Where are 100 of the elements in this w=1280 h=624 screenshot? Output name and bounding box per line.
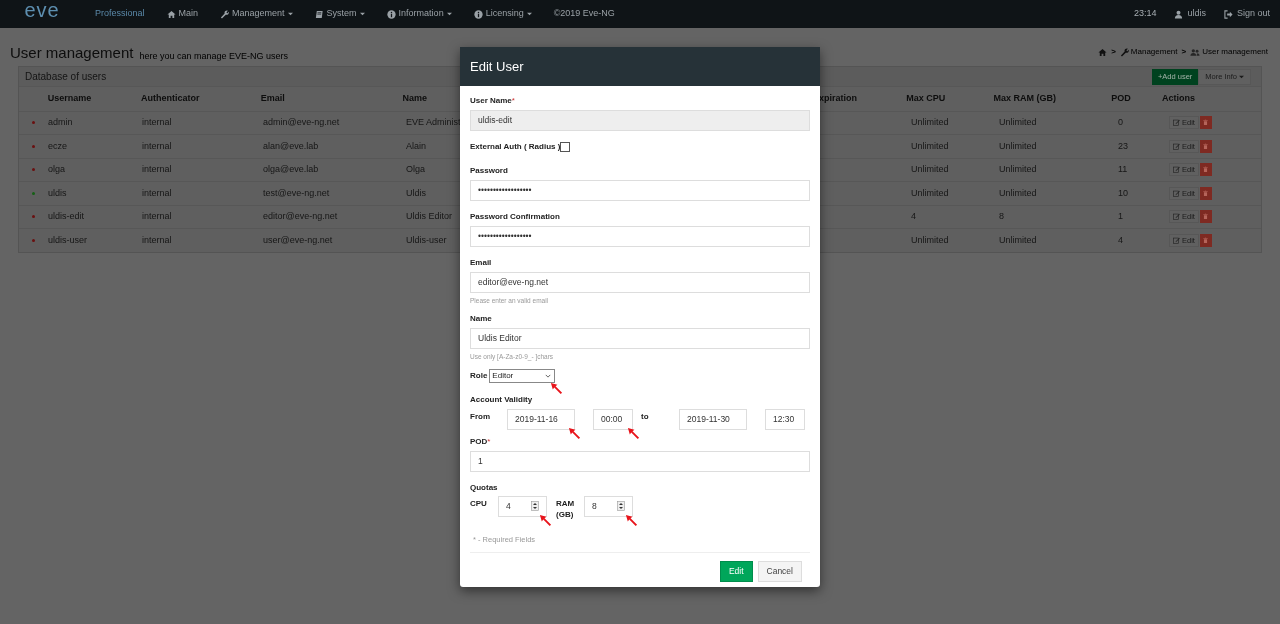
- users-icon: [1190, 47, 1201, 57]
- input-field[interactable]: 1: [470, 450, 810, 472]
- table-cell-text: EVE Administ: [406, 116, 461, 129]
- field-label: External Auth ( Radius ): [470, 141, 561, 153]
- edit-icon: [1173, 236, 1180, 244]
- required-mark: *: [487, 436, 491, 446]
- table-cell-text: 8: [999, 210, 1005, 223]
- number-field[interactable]: 8: [584, 495, 633, 517]
- table-cell-text: 11: [1118, 163, 1129, 176]
- delete-button[interactable]: [1199, 139, 1212, 153]
- page-title: User management: [10, 42, 134, 63]
- table-cell-text: editor@eve-ng.net: [263, 210, 339, 223]
- table-cell-text: 10: [1118, 186, 1129, 200]
- table-cell-text: uldis-edit: [48, 210, 86, 223]
- table-cell-text: 0: [1118, 116, 1124, 129]
- table-cell-text: 1: [1118, 210, 1124, 223]
- field-label: Password Confirmation: [470, 211, 561, 223]
- field-value: 8: [592, 499, 597, 513]
- trash-icon: [1203, 236, 1209, 244]
- column-header: Max RAM (GB): [993, 92, 1057, 105]
- table-cell-text: Uldis Editor: [406, 210, 453, 223]
- clock-text: 23:14: [1133, 7, 1157, 21]
- input-field[interactable]: Uldis Editor: [470, 327, 810, 349]
- user-icon: [1174, 9, 1184, 19]
- trash-icon: [1203, 166, 1209, 174]
- edit-icon: [1173, 119, 1180, 127]
- info-icon: [473, 9, 483, 19]
- column-header: Authenticator: [140, 92, 201, 105]
- wrench-icon: [1119, 47, 1129, 57]
- table-cell-text: Uldis-user: [406, 233, 448, 247]
- nav-link[interactable]: Licensing: [467, 7, 538, 21]
- table-cell-text: Olga: [406, 163, 426, 176]
- field-label: Name: [470, 312, 493, 325]
- role-dropdown[interactable]: Editor: [489, 368, 556, 383]
- nav-link[interactable]: Management: [214, 7, 299, 21]
- field-label: Account Validity: [470, 393, 534, 406]
- edit-icon: [1173, 166, 1180, 174]
- wrench-icon: [220, 9, 230, 19]
- field-label: CPU: [470, 497, 488, 510]
- edit-icon: [1173, 213, 1180, 221]
- edit-icon: [1173, 189, 1180, 197]
- trash-icon: [1203, 189, 1209, 197]
- trash-icon: [1203, 142, 1209, 150]
- table-cell-text: internal: [142, 163, 173, 176]
- nav-link[interactable]: Information: [380, 7, 458, 21]
- time-field[interactable]: 12:30: [765, 408, 805, 430]
- input-field[interactable]: ••••••••••••••••••: [470, 180, 810, 201]
- cancel-button[interactable]: Cancel: [757, 560, 802, 582]
- user-link[interactable]: uldis: [1174, 7, 1206, 21]
- edition-label: Professional: [94, 7, 146, 21]
- info-icon: [386, 9, 396, 19]
- field-label: to: [641, 410, 650, 423]
- field-label: Role: [470, 369, 488, 382]
- logo[interactable]: eve: [12, 0, 72, 28]
- date-field[interactable]: 2019-11-16: [507, 408, 575, 430]
- field-label: Quotas: [470, 481, 499, 494]
- table-cell-text: internal: [142, 186, 173, 200]
- number-field[interactable]: 4: [498, 495, 547, 517]
- nav-link[interactable]: Main: [160, 7, 205, 21]
- input-field[interactable]: ••••••••••••••••••: [470, 226, 810, 247]
- field-label: From: [470, 410, 491, 423]
- trash-icon: [1203, 213, 1209, 221]
- book-icon: [314, 9, 324, 19]
- delete-button[interactable]: [1199, 186, 1212, 200]
- sign-out-link[interactable]: Sign out: [1223, 7, 1270, 21]
- delete-button[interactable]: [1199, 210, 1212, 224]
- table-cell-text: Unlimited: [911, 233, 950, 247]
- breadcrumb-link[interactable]: User management: [1190, 46, 1268, 58]
- column-header: Max CPU: [906, 92, 947, 105]
- input-field[interactable]: editor@eve-ng.net: [470, 272, 810, 293]
- field-value: 4: [506, 499, 511, 513]
- table-cell-text: internal: [142, 210, 173, 223]
- page-subtitle: here you can manage EVE-NG users: [139, 49, 288, 63]
- table-cell-text: Alain: [406, 139, 427, 153]
- nav-link[interactable]: ©2019 Eve-NG: [547, 7, 621, 21]
- checkbox[interactable]: [560, 142, 571, 152]
- breadcrumb-separator: >: [1181, 46, 1187, 58]
- date-field[interactable]: 2019-11-30: [679, 408, 747, 430]
- column-header: Email: [260, 92, 286, 105]
- spinner-icon: [531, 501, 539, 511]
- home-icon: [1098, 47, 1108, 57]
- table-cell-text: 23: [1118, 139, 1129, 153]
- panel-title: Database of users: [25, 70, 107, 84]
- delete-button[interactable]: [1199, 116, 1212, 130]
- table-cell-text: uldis-user: [48, 233, 88, 247]
- spinner-icon: [617, 501, 625, 511]
- nav-link[interactable]: System: [308, 7, 371, 21]
- breadcrumb-link[interactable]: Management: [1119, 46, 1178, 58]
- chevron-icon: [545, 373, 552, 378]
- breadcrumb-separator: >: [1111, 46, 1116, 58]
- table-cell-text: internal: [142, 116, 173, 129]
- delete-button[interactable]: [1199, 233, 1212, 247]
- column-header: Username: [47, 92, 93, 105]
- delete-button[interactable]: [1199, 163, 1212, 177]
- column-header: POD: [1111, 92, 1132, 105]
- time-field[interactable]: 00:00: [593, 408, 633, 430]
- table-cell-text: Unlimited: [911, 139, 950, 153]
- sign-out-icon: [1223, 9, 1233, 19]
- column-header: xpiration: [819, 92, 859, 105]
- edit-icon: [1173, 142, 1180, 150]
